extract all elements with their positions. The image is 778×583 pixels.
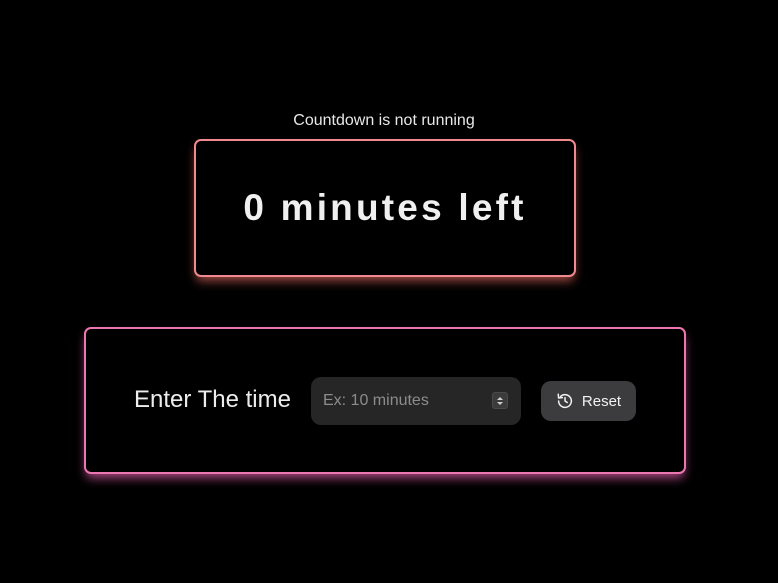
increment-arrow-icon[interactable] [497,396,503,400]
minutes-input[interactable] [311,377,521,425]
countdown-app: Countdown is not running 0 minutes left … [0,0,778,583]
reset-button-label: Reset [581,392,622,410]
time-input-container [311,377,521,425]
countdown-controls: Enter The time Reset [84,327,686,474]
decrement-arrow-icon[interactable] [497,401,503,405]
time-input-label: Enter The time [134,386,291,413]
reset-button[interactable]: Reset [541,381,636,421]
history-reset-icon [556,392,574,410]
countdown-status: Countdown is not running [293,112,475,129]
number-spinner[interactable] [492,392,508,409]
countdown-display: 0 minutes left [194,139,576,277]
time-left-text: 0 minutes left [243,187,527,228]
